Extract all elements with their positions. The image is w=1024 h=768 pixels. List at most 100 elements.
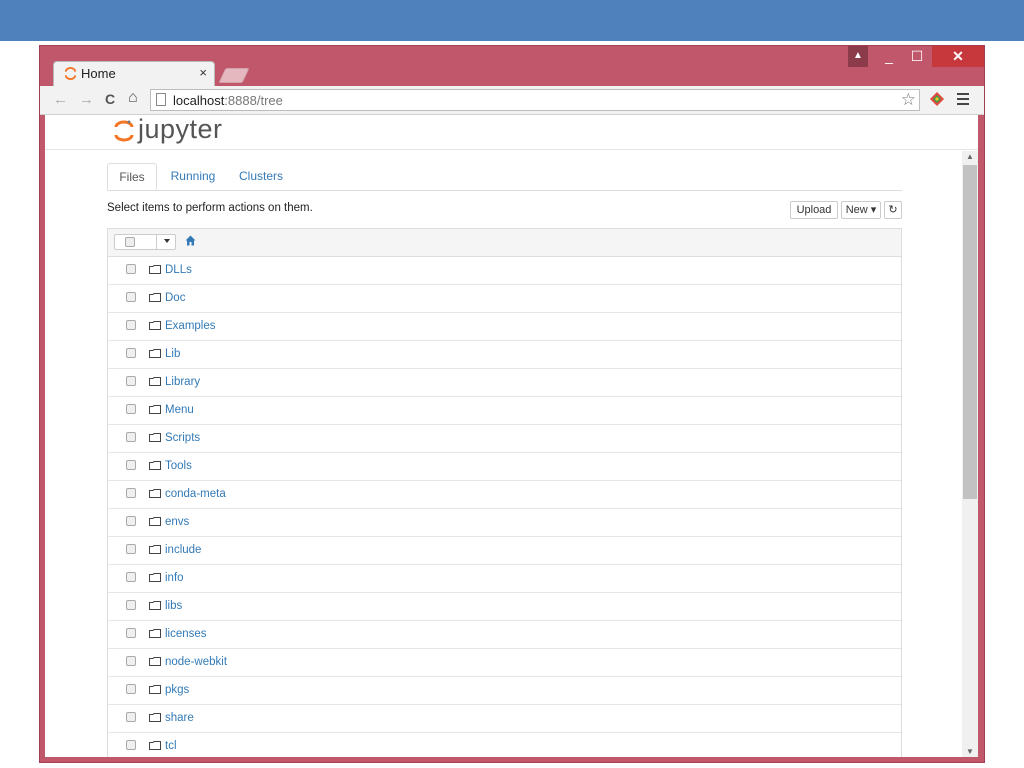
file-list: DLLs Doc Examples Lib Library Menu Scripts Tool… <box>107 228 902 757</box>
home-breadcrumb-icon[interactable] <box>185 235 196 246</box>
item-checkbox[interactable] <box>126 320 136 330</box>
jupyter-favicon-icon <box>64 67 77 80</box>
file-list-item[interactable]: info <box>108 565 901 593</box>
item-checkbox[interactable] <box>126 572 136 582</box>
file-name-link[interactable]: conda-meta <box>165 488 226 500</box>
file-list-item[interactable]: Tools <box>108 453 901 481</box>
folder-icon <box>149 601 161 610</box>
file-list-item[interactable]: Lib <box>108 341 901 369</box>
reload-icon[interactable]: C <box>105 91 115 107</box>
home-nav-icon[interactable]: ⌂ <box>128 89 138 107</box>
item-checkbox[interactable] <box>126 628 136 638</box>
file-name-link[interactable]: Examples <box>165 320 216 332</box>
folder-icon <box>149 489 161 498</box>
item-checkbox[interactable] <box>126 348 136 358</box>
folder-icon <box>149 517 161 526</box>
bookmark-star-icon[interactable]: ☆ <box>901 90 916 110</box>
jupyter-logo-text[interactable]: jupyter <box>138 115 223 145</box>
folder-icon <box>149 545 161 554</box>
file-list-item[interactable]: Menu <box>108 397 901 425</box>
file-list-item[interactable]: Scripts <box>108 425 901 453</box>
file-name-link[interactable]: Menu <box>165 404 194 416</box>
maximize-button[interactable]: ☐ <box>904 46 930 67</box>
tab-clusters[interactable]: Clusters <box>232 163 290 189</box>
file-name-link[interactable]: Lib <box>165 348 180 360</box>
dashboard-tabs: Files Running Clusters <box>107 163 902 191</box>
scrollbar-thumb[interactable] <box>963 165 977 499</box>
item-checkbox[interactable] <box>126 684 136 694</box>
tab-files[interactable]: Files <box>107 163 157 190</box>
item-checkbox[interactable] <box>126 600 136 610</box>
chrome-menu-icon[interactable] <box>957 93 969 108</box>
item-checkbox[interactable] <box>126 404 136 414</box>
folder-icon <box>149 349 161 358</box>
folder-icon <box>149 713 161 722</box>
item-checkbox[interactable] <box>126 432 136 442</box>
tab-close-icon[interactable]: × <box>199 65 207 80</box>
address-bar[interactable]: localhost:8888/tree ☆ <box>150 89 920 111</box>
address-url: localhost:8888/tree <box>173 93 283 108</box>
file-list-item[interactable]: Doc <box>108 285 901 313</box>
file-name-link[interactable]: share <box>165 712 194 724</box>
upload-button[interactable]: Upload <box>790 201 838 219</box>
file-name-link[interactable]: Scripts <box>165 432 200 444</box>
user-profile-button[interactable]: ▲ <box>848 46 868 67</box>
file-name-link[interactable]: info <box>165 572 184 584</box>
file-list-item[interactable]: DLLs <box>108 257 901 285</box>
item-checkbox[interactable] <box>126 544 136 554</box>
file-name-link[interactable]: licenses <box>165 628 207 640</box>
file-list-item[interactable]: node-webkit <box>108 649 901 677</box>
refresh-button[interactable]: ↻ <box>884 201 902 219</box>
file-list-item[interactable]: Examples <box>108 313 901 341</box>
item-checkbox[interactable] <box>126 712 136 722</box>
new-dropdown-button[interactable]: New ▾ <box>841 201 881 219</box>
file-list-item[interactable]: pkgs <box>108 677 901 705</box>
minimize-button[interactable]: _ <box>876 46 902 67</box>
file-list-item[interactable]: share <box>108 705 901 733</box>
file-name-link[interactable]: include <box>165 544 201 556</box>
extension-icon[interactable] <box>929 91 945 107</box>
file-list-item[interactable]: Library <box>108 369 901 397</box>
close-window-button[interactable]: ✕ <box>932 46 984 67</box>
file-name-link[interactable]: node-webkit <box>165 656 227 668</box>
folder-icon <box>149 657 161 666</box>
item-checkbox[interactable] <box>126 516 136 526</box>
file-name-link[interactable]: libs <box>165 600 182 612</box>
item-checkbox[interactable] <box>126 376 136 386</box>
select-all-checkbox[interactable] <box>125 237 135 247</box>
item-checkbox[interactable] <box>126 740 136 750</box>
folder-icon <box>149 405 161 414</box>
title-bar: Home × ▲ _ ☐ ✕ <box>40 46 984 87</box>
item-checkbox[interactable] <box>126 292 136 302</box>
back-arrow-icon[interactable]: ← <box>53 91 68 108</box>
file-list-item[interactable]: envs <box>108 509 901 537</box>
new-tab-button[interactable] <box>218 68 250 83</box>
tab-running[interactable]: Running <box>165 163 221 189</box>
file-name-link[interactable]: Doc <box>165 292 185 304</box>
item-checkbox[interactable] <box>126 264 136 274</box>
browser-tab-home[interactable]: Home × <box>53 61 215 87</box>
caret-down-icon[interactable] <box>164 239 170 243</box>
file-name-link[interactable]: Library <box>165 376 200 388</box>
file-name-link[interactable]: DLLs <box>165 264 192 276</box>
file-list-item[interactable]: conda-meta <box>108 481 901 509</box>
folder-icon <box>149 685 161 694</box>
file-name-link[interactable]: envs <box>165 516 189 528</box>
item-checkbox[interactable] <box>126 656 136 666</box>
forward-arrow-icon[interactable]: → <box>79 91 94 108</box>
scroll-down-arrow-icon[interactable]: ▼ <box>962 747 978 756</box>
select-all-dropdown[interactable] <box>114 234 176 250</box>
file-list-item[interactable]: include <box>108 537 901 565</box>
folder-icon <box>149 573 161 582</box>
item-checkbox[interactable] <box>126 488 136 498</box>
vertical-scrollbar[interactable]: ▲ ▼ <box>962 151 978 757</box>
file-list-item[interactable]: libs <box>108 593 901 621</box>
scroll-up-arrow-icon[interactable]: ▲ <box>962 152 978 161</box>
file-name-link[interactable]: pkgs <box>165 684 189 696</box>
file-list-item[interactable]: tcl <box>108 733 901 757</box>
file-list-item[interactable]: licenses <box>108 621 901 649</box>
item-checkbox[interactable] <box>126 460 136 470</box>
tab-title: Home <box>81 66 116 81</box>
file-name-link[interactable]: Tools <box>165 460 192 472</box>
file-name-link[interactable]: tcl <box>165 740 177 752</box>
